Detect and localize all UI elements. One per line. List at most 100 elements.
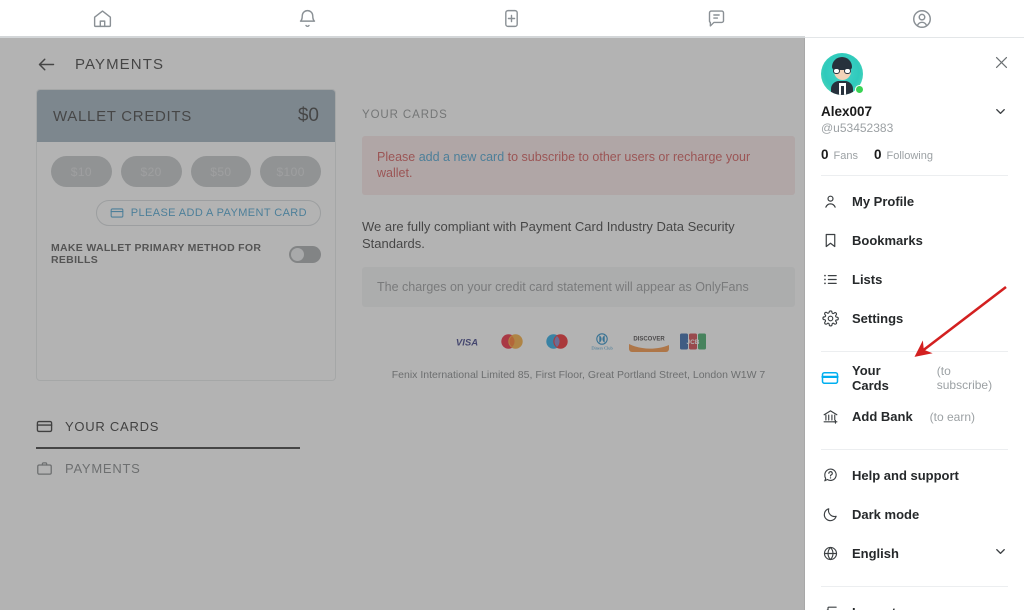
diners-club-logo-icon: Diners Club <box>584 330 620 352</box>
menu-item-your-cards-label: Your Cards <box>852 362 889 393</box>
fans-count: 0 <box>821 147 829 162</box>
your-cards-pane: YOUR CARDS Please add a new card to subs… <box>362 89 805 381</box>
nav-notifications[interactable] <box>205 0 410 38</box>
nav-home[interactable] <box>0 0 205 38</box>
menu-divider-4 <box>821 586 1008 587</box>
add-post-icon <box>505 9 519 28</box>
page-title: PAYMENTS <box>75 56 165 73</box>
menu-item-add-bank-label: Add Bank <box>852 409 913 424</box>
app-root: PAYMENTS WALLET CREDITS $0 $10 $20 $50 $… <box>0 0 1024 610</box>
add-payment-card-label: PLEASE ADD A PAYMENT CARD <box>130 207 307 219</box>
wallet-amount: $0 <box>297 105 319 126</box>
accepted-card-brands: VISA Diners Club DISCOVER JCB <box>362 330 795 352</box>
svg-text:VISA: VISA <box>456 337 478 348</box>
menu-item-logout[interactable]: Logout <box>821 593 1008 610</box>
online-status-indicator <box>855 85 864 94</box>
menu-item-settings[interactable]: Settings <box>821 299 1008 338</box>
menu-item-lists[interactable]: Lists <box>821 260 1008 299</box>
wallet-title: WALLET CREDITS <box>53 107 192 125</box>
visa-logo-icon: VISA <box>449 330 485 352</box>
brand-discover: DISCOVER <box>629 330 669 352</box>
avatar-glasses <box>833 68 851 74</box>
stat-following[interactable]: 0 Following <box>874 147 933 162</box>
menu-item-logout-label: Logout <box>852 605 896 610</box>
nav-messages[interactable] <box>614 0 819 38</box>
payments-page: PAYMENTS WALLET CREDITS $0 $10 $20 $50 $… <box>0 38 805 610</box>
credit-card-icon <box>821 369 839 387</box>
avatar-tie <box>841 86 844 95</box>
wallet-credits-card: WALLET CREDITS $0 $10 $20 $50 $100 PLEAS… <box>36 89 336 381</box>
amount-chip-10[interactable]: $10 <box>51 156 112 187</box>
menu-item-help-and-support[interactable]: Help and support <box>821 456 1008 495</box>
account-stats: 0 Fans 0 Following <box>821 147 1008 162</box>
amount-chip-20[interactable]: $20 <box>120 156 182 187</box>
menu-item-dark-mode[interactable]: Dark mode <box>821 495 1008 534</box>
svg-text:Diners Club: Diners Club <box>591 345 613 350</box>
jcb-logo-icon: JCB <box>678 330 708 352</box>
rebill-toggle[interactable] <box>289 245 321 263</box>
home-icon <box>93 10 111 28</box>
following-count: 0 <box>873 147 882 162</box>
menu-divider-2 <box>821 351 1008 352</box>
menu-item-dark-mode-label: Dark mode <box>852 507 920 522</box>
toggle-knob <box>291 247 304 261</box>
menu-divider-3 <box>821 449 1008 450</box>
alert-prefix: Please <box>377 150 419 164</box>
menu-item-language-label: English <box>852 546 899 561</box>
page-header: PAYMENTS <box>0 38 805 89</box>
briefcase-icon <box>37 462 52 475</box>
add-new-card-link[interactable]: add a new card <box>419 150 504 164</box>
rebill-row: MAKE WALLET PRIMARY METHOD FOR REBILLS <box>51 242 321 266</box>
list-icon <box>821 271 839 289</box>
wallet-amount-options: $10 $20 $50 $100 <box>51 156 321 187</box>
username: @u53452383 <box>821 121 894 135</box>
charges-note: The charges on your credit card statemen… <box>362 266 795 307</box>
chevron-down-icon[interactable] <box>993 104 1008 119</box>
brand-jcb: JCB <box>678 330 708 352</box>
wallet-header: WALLET CREDITS $0 <box>37 90 335 142</box>
mastercard-logo-icon <box>494 330 530 352</box>
tab-your-cards[interactable]: YOUR CARDS <box>36 407 336 447</box>
bank-icon <box>821 408 839 426</box>
logout-icon <box>821 604 839 610</box>
amount-chip-50[interactable]: $50 <box>190 156 252 187</box>
rebill-label: MAKE WALLET PRIMARY METHOD FOR REBILLS <box>51 242 262 266</box>
arrow-left-icon[interactable] <box>36 54 57 75</box>
credit-card-icon <box>36 420 53 433</box>
tab-payments[interactable]: PAYMENTS <box>36 449 336 489</box>
avatar[interactable] <box>821 53 864 95</box>
account-menu-sidebar: Alex007 @u53452383 0 Fans 0 Following My… <box>805 38 1024 610</box>
menu-divider-1 <box>821 175 1008 176</box>
bookmark-icon <box>821 232 839 250</box>
menu-item-my-profile-label: My Profile <box>852 194 915 209</box>
menu-item-your-cards[interactable]: Your Cards (to subscribe) <box>821 358 1008 397</box>
brand-mastercard <box>494 330 530 352</box>
payments-content: WALLET CREDITS $0 $10 $20 $50 $100 PLEAS… <box>0 89 805 381</box>
menu-item-bookmarks[interactable]: Bookmarks <box>821 221 1008 260</box>
help-icon <box>821 467 839 485</box>
amount-chip-100[interactable]: $100 <box>260 156 321 187</box>
nav-new-post[interactable] <box>410 0 615 38</box>
nav-profile[interactable] <box>819 0 1024 38</box>
messages-icon <box>709 10 725 27</box>
language-chevron-down-icon[interactable] <box>993 544 1008 564</box>
nav-active-underline <box>0 36 805 38</box>
add-card-alert: Please add a new card to subscribe to ot… <box>362 136 795 195</box>
globe-icon <box>821 545 839 563</box>
discover-logo-icon: DISCOVER <box>629 330 669 352</box>
brand-diners-club: Diners Club <box>584 330 620 352</box>
following-label: Following <box>886 150 933 162</box>
gear-icon <box>821 310 839 328</box>
close-icon <box>995 56 1007 68</box>
add-card-icon <box>110 208 124 218</box>
bell-icon <box>299 10 315 28</box>
menu-item-language[interactable]: English <box>821 534 1008 573</box>
person-icon <box>821 193 839 211</box>
stat-fans[interactable]: 0 Fans <box>821 147 858 162</box>
menu-item-add-bank[interactable]: Add Bank (to earn) <box>821 397 1008 436</box>
add-payment-card-button[interactable]: PLEASE ADD A PAYMENT CARD <box>95 200 321 226</box>
close-menu-button[interactable] <box>991 52 1011 72</box>
menu-item-my-profile[interactable]: My Profile <box>821 182 1008 221</box>
menu-item-lists-label: Lists <box>852 272 883 287</box>
account-name-row[interactable]: Alex007 <box>821 104 1008 119</box>
